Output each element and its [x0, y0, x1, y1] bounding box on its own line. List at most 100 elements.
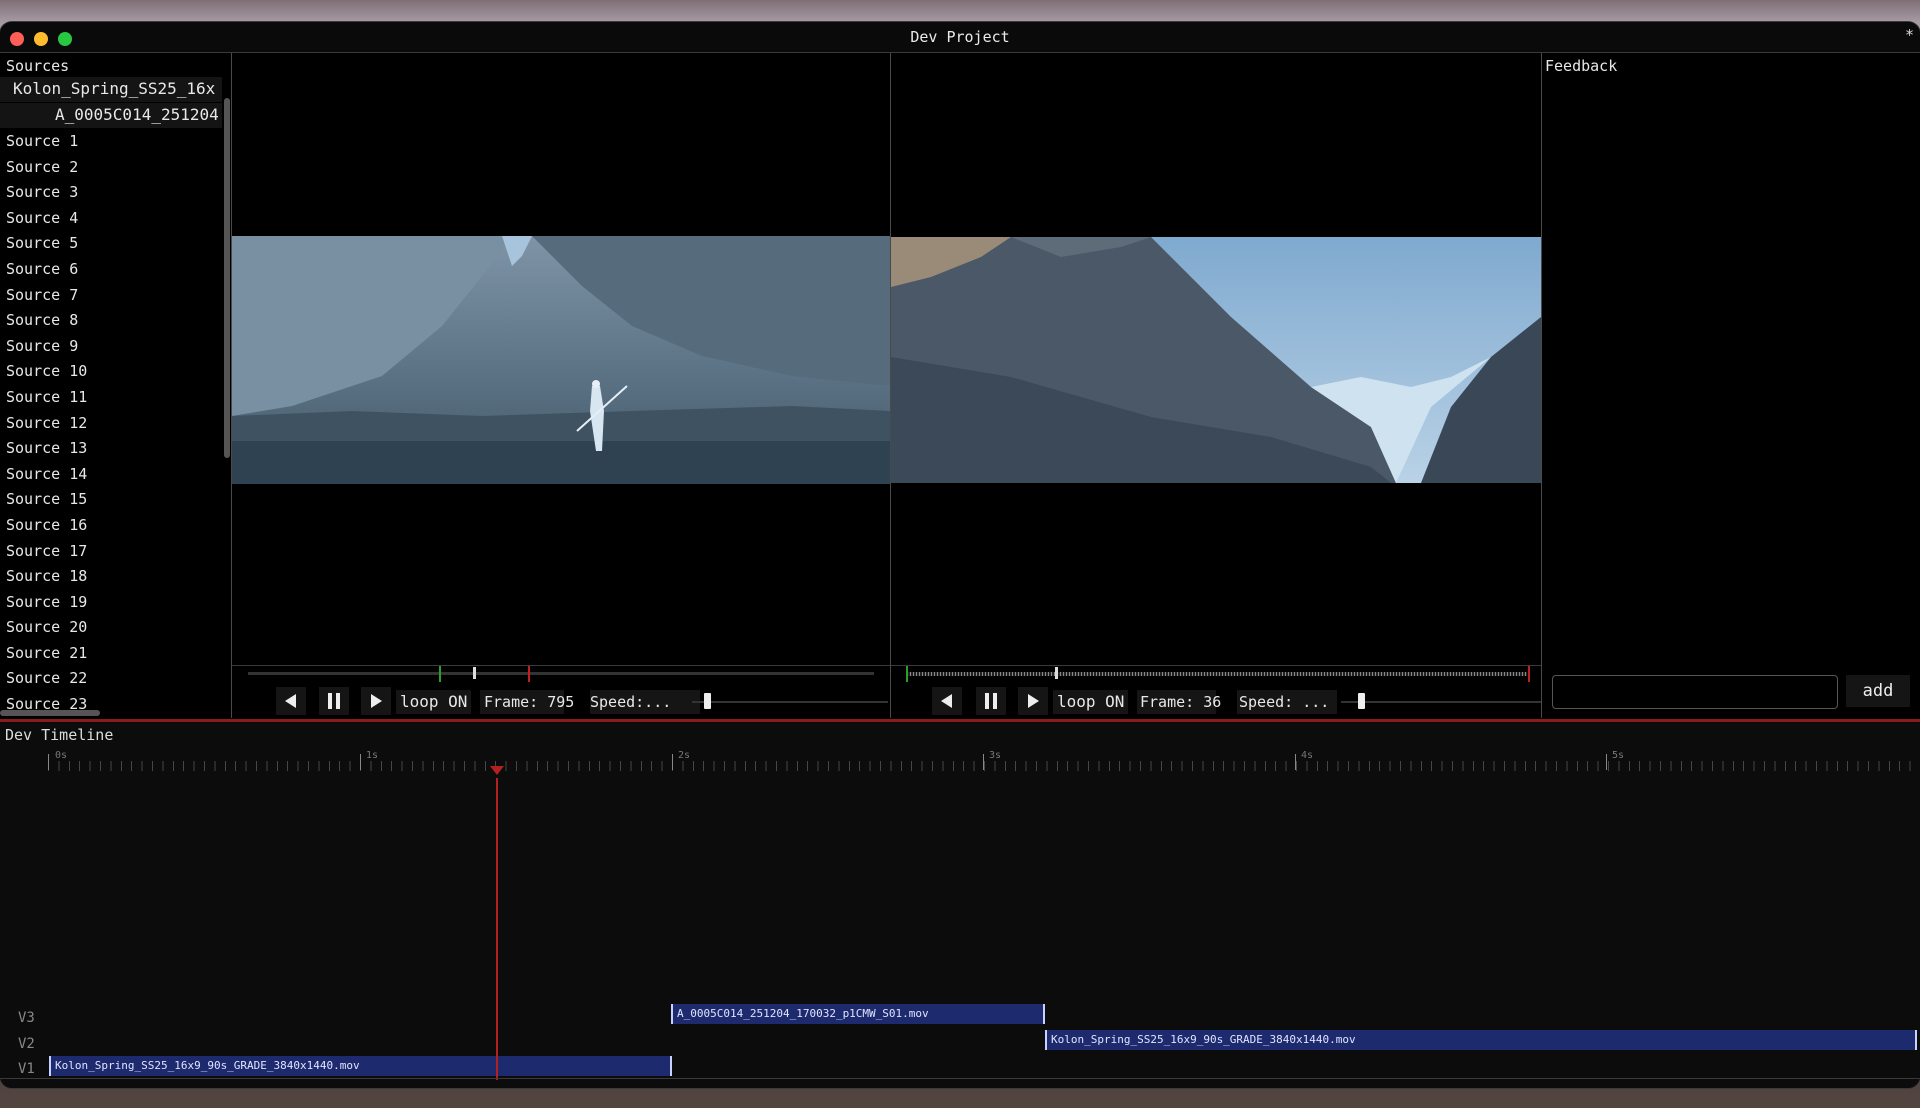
timeline-playhead[interactable] — [496, 778, 498, 1080]
source-item[interactable]: Source 6 — [6, 257, 87, 283]
source-item[interactable]: Source 10 — [6, 359, 87, 385]
speed-readout: Speed: ... — [1237, 690, 1337, 714]
source-item[interactable]: Source 11 — [6, 385, 87, 411]
app-window: Dev Project * Sources Kolon_Spring_SS25_… — [0, 22, 1920, 1088]
sources-panel: Sources Kolon_Spring_SS25_16x A_0005C014… — [0, 53, 232, 718]
ruler-major-tick — [1295, 754, 1296, 770]
play-button[interactable] — [361, 687, 391, 715]
pause-button[interactable] — [976, 687, 1006, 715]
ruler-label: 1s — [366, 750, 379, 761]
sources-horizontal-scrollbar[interactable] — [0, 710, 100, 716]
speed-slider-track[interactable] — [692, 701, 888, 703]
source-tree-parent-label: Kolon_Spring_SS25_16x — [13, 79, 216, 98]
ruler-major-tick — [983, 754, 984, 770]
source-item[interactable]: Source 8 — [6, 308, 87, 334]
out-point-marker[interactable] — [528, 666, 530, 682]
video-frame-right[interactable] — [891, 237, 1541, 483]
source-item[interactable]: Source 12 — [6, 411, 87, 437]
prev-frame-icon — [285, 694, 296, 708]
record-viewer: loop ON Frame: 36 Speed: ... — [891, 53, 1542, 718]
out-point-marker[interactable] — [1528, 666, 1530, 682]
window-title: Dev Project — [910, 28, 1010, 46]
source-item[interactable]: Source 14 — [6, 462, 87, 488]
scrub-bar-right[interactable] — [907, 672, 1527, 676]
scrub-bar-left[interactable] — [248, 672, 874, 675]
source-tree-child[interactable]: A_0005C014_251204 — [0, 103, 222, 128]
frame-readout: Frame: 795 — [480, 690, 574, 714]
scrub-divider — [891, 665, 1541, 666]
ruler-label: 4s — [1301, 750, 1314, 761]
ruler-label: 2s — [678, 750, 691, 761]
track-label-v3: V3 — [18, 1010, 35, 1026]
source-item[interactable]: Source 1 — [6, 129, 87, 155]
time-ruler[interactable]: 0s 1s 2s 3s 4s 5s — [0, 744, 1920, 784]
pause-button[interactable] — [319, 687, 349, 715]
source-item[interactable]: Source 21 — [6, 641, 87, 667]
source-tree-parent[interactable]: Kolon_Spring_SS25_16x — [0, 77, 222, 102]
playhead-head-icon[interactable] — [490, 766, 504, 776]
source-item[interactable]: Source 16 — [6, 513, 87, 539]
in-point-marker[interactable] — [906, 666, 908, 682]
source-viewer: loop ON Frame: 795 Speed:... — [232, 53, 891, 718]
feedback-title: Feedback — [1545, 57, 1618, 75]
source-item[interactable]: Source 9 — [6, 334, 87, 360]
timeline-panel: Dev Timeline 0s 1s 2s 3s 4s 5s V3 V2 V1 … — [0, 722, 1920, 1088]
loop-toggle[interactable]: loop ON — [1053, 690, 1129, 714]
timeline-clip-v1[interactable]: Kolon_Spring_SS25_16x9_90s_GRADE_3840x14… — [49, 1056, 672, 1076]
transport-controls-left: loop ON Frame: 795 Speed:... — [232, 687, 890, 717]
glacier-scene-image — [891, 237, 1541, 483]
ruler-major-tick — [1606, 754, 1607, 770]
video-frame-left[interactable] — [232, 236, 890, 484]
source-item[interactable]: Source 2 — [6, 155, 87, 181]
pause-icon — [328, 693, 340, 709]
frame-readout: Frame: 36 — [1137, 690, 1221, 714]
ruler-major-tick — [360, 754, 361, 770]
sources-title: Sources — [6, 57, 70, 75]
source-item[interactable]: Source 19 — [6, 590, 87, 616]
playhead-marker-right[interactable] — [1055, 667, 1058, 679]
prev-frame-icon — [941, 694, 952, 708]
play-icon — [1028, 694, 1039, 708]
track-label-v1: V1 — [18, 1061, 35, 1077]
sources-vertical-scrollbar[interactable] — [224, 98, 230, 458]
source-item[interactable]: Source 4 — [6, 206, 87, 232]
speed-slider-track[interactable] — [1341, 701, 1541, 703]
ruler-label: 5s — [1612, 750, 1625, 761]
speed-slider-knob[interactable] — [1358, 693, 1365, 709]
ruler-label: 0s — [55, 750, 68, 761]
source-item[interactable]: Source 13 — [6, 436, 87, 462]
source-item[interactable]: Source 18 — [6, 564, 87, 590]
source-item[interactable]: Source 17 — [6, 539, 87, 565]
timeline-bottom-border — [0, 1078, 1920, 1079]
source-tree-child-label: A_0005C014_251204 — [55, 105, 219, 124]
source-list: Source 1 Source 2 Source 3 Source 4 Sour… — [6, 129, 87, 718]
timeline-title: Dev Timeline — [5, 726, 114, 744]
ruler-major-tick — [672, 754, 673, 770]
timeline-clip-v3[interactable]: A_0005C014_251204_170032_p1CMW_S01.mov — [671, 1004, 1045, 1024]
title-bar: Dev Project * — [0, 22, 1920, 53]
source-item[interactable]: Source 15 — [6, 487, 87, 513]
source-item[interactable]: Source 7 — [6, 283, 87, 309]
scrub-divider — [232, 665, 890, 666]
mountain-scene-image — [232, 236, 890, 484]
playhead-marker-left[interactable] — [473, 667, 476, 679]
source-item[interactable]: Source 3 — [6, 180, 87, 206]
play-button[interactable] — [1018, 687, 1048, 715]
source-item[interactable]: Source 22 — [6, 666, 87, 692]
prev-frame-button[interactable] — [276, 687, 306, 715]
in-point-marker[interactable] — [439, 666, 441, 682]
feedback-input[interactable] — [1552, 675, 1838, 709]
feedback-add-button[interactable]: add — [1846, 675, 1910, 707]
ruler-label: 3s — [989, 750, 1002, 761]
prev-frame-button[interactable] — [932, 687, 962, 715]
modified-indicator: * — [1904, 26, 1914, 44]
play-icon — [371, 694, 382, 708]
track-label-v2: V2 — [18, 1036, 35, 1052]
loop-toggle[interactable]: loop ON — [396, 690, 472, 714]
timeline-clip-v2[interactable]: Kolon_Spring_SS25_16x9_90s_GRADE_3840x14… — [1045, 1030, 1917, 1050]
feedback-panel: Feedback add — [1542, 53, 1920, 718]
transport-controls-right: loop ON Frame: 36 Speed: ... — [891, 687, 1541, 717]
source-item[interactable]: Source 5 — [6, 231, 87, 257]
source-item[interactable]: Source 20 — [6, 615, 87, 641]
speed-slider-knob[interactable] — [704, 693, 711, 709]
